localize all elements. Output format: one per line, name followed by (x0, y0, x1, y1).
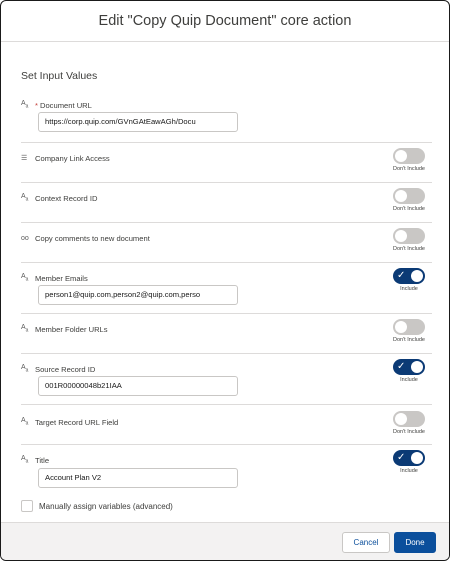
include-toggle[interactable]: ✓ Include (386, 268, 432, 292)
field-row-copy-comments: oo Copy comments to new document Don't I… (21, 222, 432, 263)
field-row-context-record-id: Aa Context Record ID Don't Include (21, 182, 432, 223)
done-button[interactable]: Done (394, 532, 436, 553)
toggle-caption: Don't Include (393, 166, 425, 172)
field-label: Document URL (39, 100, 92, 110)
check-icon: ✓ (397, 361, 406, 372)
field-label: Member Emails (35, 273, 88, 283)
include-toggle[interactable]: Don't Include (386, 319, 432, 343)
text-type-icon: Aa (21, 324, 29, 334)
text-type-icon: Aa (21, 273, 29, 283)
cancel-button[interactable]: Cancel (342, 532, 390, 553)
member-emails-input[interactable]: person1@quip.com,person2@quip.com,perso (38, 285, 238, 305)
field-label: Source Record ID (35, 364, 96, 374)
toggle-caption: Don't Include (393, 337, 425, 343)
field-label: Copy comments to new document (35, 233, 150, 243)
toggle-caption: Include (400, 377, 418, 383)
list-type-icon: ☰ (21, 155, 28, 162)
source-record-id-input[interactable]: 001R00000048b21IAA (38, 376, 238, 396)
toggle-caption: Don't Include (393, 206, 425, 212)
field-row-source-record-id: Aa Source Record ID 001R00000048b21IAA ✓… (21, 353, 432, 405)
document-url-input[interactable]: https://corp.quip.com/GVnGAtEawAGh/Docu (38, 112, 238, 132)
text-type-icon: Aa (21, 455, 29, 465)
include-toggle[interactable]: Don't Include (386, 228, 432, 252)
toggle-caption: Don't Include (393, 246, 425, 252)
edit-action-dialog: Edit "Copy Quip Document" core action Se… (0, 0, 450, 561)
manual-assign-label: Manually assign variables (advanced) (39, 501, 173, 511)
check-icon: ✓ (397, 452, 406, 463)
section-title: Set Input Values (21, 70, 98, 82)
field-row-member-emails: Aa Member Emails person1@quip.com,person… (21, 262, 432, 314)
text-type-icon: Aa (21, 417, 29, 427)
field-label: Context Record ID (35, 193, 98, 203)
field-label: Target Record URL Field (35, 417, 119, 427)
field-label: Member Folder URLs (35, 324, 108, 334)
title-input[interactable]: Account Plan V2 (38, 468, 238, 488)
manual-assign-variables[interactable]: Manually assign variables (advanced) (21, 500, 173, 512)
include-toggle[interactable]: Don't Include (386, 411, 432, 435)
dialog-footer: Cancel Done (1, 522, 449, 560)
text-type-icon: Aa (21, 364, 29, 374)
field-row-title: Aa Title Account Plan V2 ✓ Include (21, 444, 432, 495)
toggle-caption: Include (400, 468, 418, 474)
text-type-icon: Aa (21, 100, 29, 110)
manual-assign-checkbox[interactable] (21, 500, 33, 512)
toggle-caption: Don't Include (393, 429, 425, 435)
dialog-header: Edit "Copy Quip Document" core action (1, 1, 449, 42)
required-marker: * (35, 100, 38, 110)
field-row-member-folder-urls: Aa Member Folder URLs Don't Include (21, 313, 432, 354)
field-label: Title (35, 455, 50, 465)
include-toggle[interactable]: ✓ Include (386, 359, 432, 383)
toggle-caption: Include (400, 286, 418, 292)
text-type-icon: Aa (21, 193, 29, 203)
boolean-type-icon: oo (21, 234, 29, 242)
field-row-company-link-access: ☰ Company Link Access Don't Include (21, 142, 432, 183)
dialog-title: Edit "Copy Quip Document" core action (98, 13, 352, 29)
include-toggle[interactable]: Don't Include (386, 188, 432, 212)
include-toggle[interactable]: ✓ Include (386, 450, 432, 474)
check-icon: ✓ (397, 270, 406, 281)
include-toggle[interactable]: Don't Include (386, 148, 432, 172)
field-row-document-url: Aa * Document URL https://corp.quip.com/… (21, 98, 432, 142)
field-label: Company Link Access (35, 153, 110, 163)
field-row-target-record-url-field: Aa Target Record URL Field Don't Include (21, 404, 432, 445)
